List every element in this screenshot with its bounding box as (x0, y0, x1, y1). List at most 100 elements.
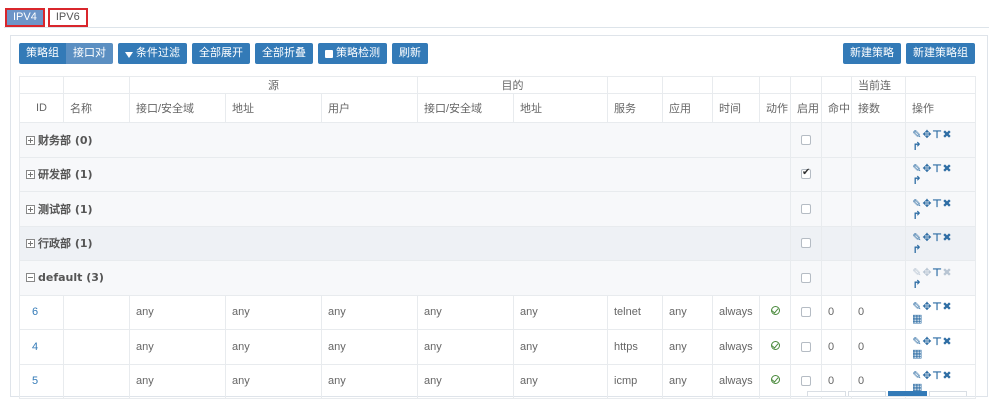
forward-icon[interactable]: ↱ (912, 278, 922, 291)
header-src-address[interactable]: 地址 (225, 93, 322, 123)
group-name-cell[interactable]: 研发部 (1) (19, 156, 791, 192)
grid-icon[interactable]: ▦ (912, 347, 922, 360)
header-current-conn[interactable]: 接数 (851, 93, 906, 123)
pin-icon[interactable]: ⊤ (932, 301, 942, 313)
group-row-default[interactable]: default (3) ✎✥⊤✖ ↱ (19, 260, 976, 296)
hit-cell (821, 122, 852, 158)
policy-row[interactable]: 4 any any any any any https any always 0… (19, 329, 976, 365)
delete-icon[interactable]: ✖ (942, 128, 952, 141)
page-button-active[interactable] (888, 391, 927, 396)
src-user-cell: any (321, 294, 418, 330)
group-row-test[interactable]: 测试部 (1) ✎✥⊤✖ ↱ (19, 191, 976, 227)
move-icon[interactable]: ✥ (922, 197, 932, 210)
header-action[interactable]: 动作 (759, 93, 791, 123)
move-icon[interactable]: ✥ (922, 163, 932, 175)
filter-button[interactable]: 条件过滤 (118, 43, 187, 64)
enable-cell (790, 225, 822, 261)
row-actions: ✎✥⊤✖ ↱ (912, 230, 969, 256)
enable-checkbox[interactable] (801, 167, 811, 180)
enable-cell (790, 191, 822, 227)
enable-checkbox[interactable] (801, 307, 811, 318)
pin-icon[interactable]: ⊤ (932, 335, 942, 348)
pin-icon[interactable]: ⊤ (932, 197, 942, 210)
policy-row[interactable]: 6 any any any any any telnet any always … (19, 294, 976, 330)
expand-plus-icon[interactable] (26, 135, 35, 145)
new-policy-button[interactable]: 新建策略 (843, 43, 901, 64)
enable-checkbox[interactable] (801, 203, 811, 214)
collapse-minus-icon[interactable] (26, 273, 35, 283)
collapse-all-button[interactable]: 全部折叠 (255, 43, 313, 64)
header-src-zone[interactable]: 接口/安全域 (129, 93, 226, 123)
move-icon[interactable]: ✥ (922, 128, 932, 141)
policy-check-button[interactable]: 策略检测 (318, 43, 387, 64)
group-row-admin[interactable]: 行政部 (1) ✎✥⊤✖ ↱ (19, 225, 976, 261)
pin-icon[interactable]: ⊤ (932, 266, 942, 279)
pin-icon[interactable]: ⊤ (932, 163, 942, 175)
policy-group-button[interactable]: 策略组 (19, 43, 66, 64)
dst-address-cell: any (513, 294, 608, 330)
id-cell: 6 (19, 294, 64, 330)
policy-id-link[interactable]: 4 (26, 341, 38, 353)
expand-plus-icon[interactable] (26, 239, 35, 249)
header-enable[interactable]: 启用 (790, 93, 822, 123)
pin-icon[interactable]: ⊤ (932, 232, 942, 244)
pencil-icon[interactable]: ✎ (912, 335, 922, 348)
page-button[interactable] (847, 391, 886, 396)
move-icon[interactable]: ✥ (922, 335, 932, 348)
delete-icon[interactable]: ✖ (942, 197, 952, 210)
expand-all-button[interactable]: 全部展开 (192, 43, 250, 64)
group-name-cell[interactable]: 财务部 (0) (19, 122, 791, 158)
id-cell: 4 (19, 329, 64, 365)
header-operations: 操作 (905, 93, 976, 123)
pencil-icon[interactable]: ✎ (912, 128, 922, 141)
group-name-cell[interactable]: default (3) (19, 260, 791, 296)
header-service[interactable]: 服务 (607, 93, 663, 123)
header-application[interactable]: 应用 (662, 93, 713, 123)
header-src-user[interactable]: 用户 (321, 93, 418, 123)
pin-icon[interactable]: ⊤ (932, 128, 942, 141)
expand-plus-icon[interactable] (26, 204, 35, 214)
hit-cell (821, 191, 852, 227)
header-dst-zone[interactable]: 接口/安全域 (417, 93, 514, 123)
policy-id-link[interactable]: 5 (26, 375, 38, 387)
pencil-icon[interactable]: ✎ (912, 197, 922, 210)
expand-plus-icon[interactable] (26, 170, 35, 180)
move-icon[interactable]: ✥ (922, 370, 932, 382)
page-button[interactable] (928, 391, 967, 396)
pin-icon[interactable]: ⊤ (932, 370, 942, 382)
tab-ipv4[interactable]: IPV4 (5, 8, 45, 27)
enable-checkbox[interactable] (801, 341, 811, 352)
header-hit[interactable]: 命中 (821, 93, 852, 123)
refresh-button[interactable]: 刷新 (392, 43, 428, 64)
delete-icon[interactable]: ✖ (942, 232, 952, 244)
delete-icon[interactable]: ✖ (942, 163, 952, 175)
group-name-cell[interactable]: 行政部 (1) (19, 225, 791, 261)
move-icon[interactable]: ✥ (922, 301, 932, 313)
header-name[interactable]: 名称 (63, 93, 130, 123)
forward-icon[interactable]: ↱ (912, 140, 922, 153)
policy-id-link[interactable]: 6 (26, 306, 38, 318)
page-button[interactable] (807, 391, 846, 396)
grid-icon[interactable]: ▦ (912, 313, 922, 325)
forward-icon[interactable]: ↱ (912, 175, 922, 187)
enable-checkbox[interactable] (801, 238, 811, 249)
move-icon[interactable]: ✥ (922, 232, 932, 244)
header-dst-address[interactable]: 地址 (513, 93, 608, 123)
delete-icon[interactable]: ✖ (942, 301, 952, 313)
group-row-finance[interactable]: 财务部 (0) ✎✥⊤✖ ↱ (19, 122, 976, 158)
tab-ipv6[interactable]: IPV6 (47, 8, 88, 27)
enable-checkbox[interactable] (801, 376, 811, 387)
forward-icon[interactable]: ↱ (912, 209, 922, 222)
enable-checkbox[interactable] (801, 134, 811, 145)
row-actions: ✎✥⊤✖ ↱ (912, 161, 969, 187)
header-id[interactable]: ID (19, 93, 64, 123)
header-time[interactable]: 时间 (712, 93, 760, 123)
interface-pair-button[interactable]: 接口对 (66, 43, 113, 64)
group-name-cell[interactable]: 测试部 (1) (19, 191, 791, 227)
group-row-rnd[interactable]: 研发部 (1) ✎✥⊤✖↱ (19, 156, 976, 192)
delete-icon[interactable]: ✖ (942, 370, 952, 382)
new-policy-group-button[interactable]: 新建策略组 (906, 43, 975, 64)
forward-icon[interactable]: ↱ (912, 244, 922, 256)
delete-icon[interactable]: ✖ (942, 335, 952, 348)
enable-checkbox[interactable] (801, 272, 811, 283)
